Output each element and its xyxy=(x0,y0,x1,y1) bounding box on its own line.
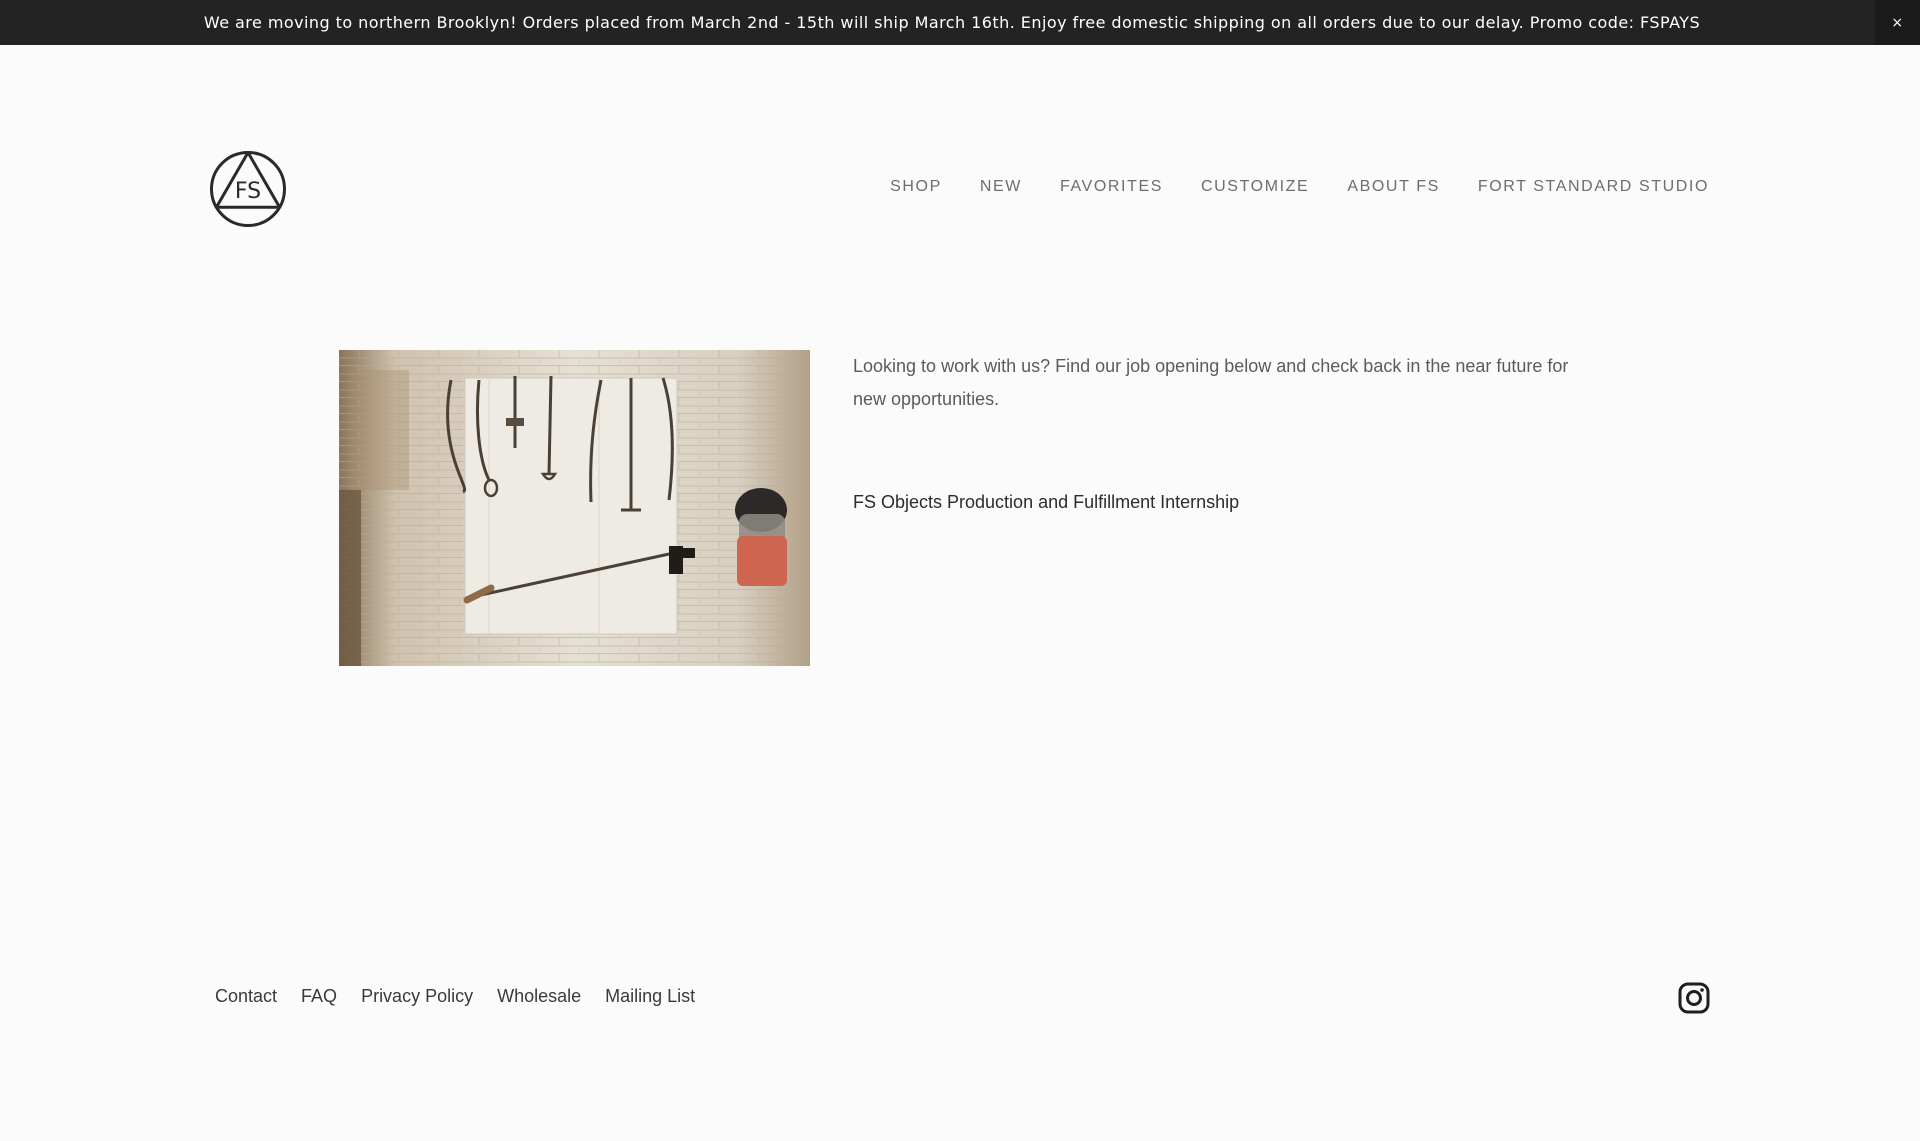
footer-link-contact[interactable]: Contact xyxy=(215,986,277,1007)
instagram-icon[interactable] xyxy=(1678,982,1710,1014)
close-icon[interactable]: × xyxy=(1875,0,1920,45)
announcement-bar: We are moving to northern Brooklyn! Orde… xyxy=(0,0,1920,45)
footer-link-privacy-policy[interactable]: Privacy Policy xyxy=(361,986,473,1007)
announcement-text: We are moving to northern Brooklyn! Orde… xyxy=(203,13,1701,32)
nav-item-favorites[interactable]: FAVORITES xyxy=(1060,178,1163,196)
footer-nav: Contact FAQ Privacy Policy Wholesale Mai… xyxy=(215,986,695,1007)
nav-item-about-fs[interactable]: ABOUT FS xyxy=(1347,178,1440,196)
careers-content: Looking to work with us? Find our job op… xyxy=(853,350,1573,519)
footer-link-faq[interactable]: FAQ xyxy=(301,986,337,1007)
job-link[interactable]: FS Objects Production and Fulfillment In… xyxy=(853,486,1573,519)
logo-monogram: FS xyxy=(235,179,261,204)
nav-item-fort-standard-studio[interactable]: FORT STANDARD STUDIO xyxy=(1478,178,1709,196)
workshop-photo xyxy=(339,350,810,666)
intro-text: Looking to work with us? Find our job op… xyxy=(853,356,1569,409)
nav-item-shop[interactable]: SHOP xyxy=(890,178,942,196)
fs-logo[interactable]: FS xyxy=(209,150,287,228)
nav-item-new[interactable]: NEW xyxy=(980,178,1022,196)
footer-link-mailing-list[interactable]: Mailing List xyxy=(605,986,695,1007)
main-nav: SHOP NEW FAVORITES CUSTOMIZE ABOUT FS FO… xyxy=(890,178,1709,196)
nav-item-customize[interactable]: CUSTOMIZE xyxy=(1201,178,1309,196)
footer-link-wholesale[interactable]: Wholesale xyxy=(497,986,581,1007)
